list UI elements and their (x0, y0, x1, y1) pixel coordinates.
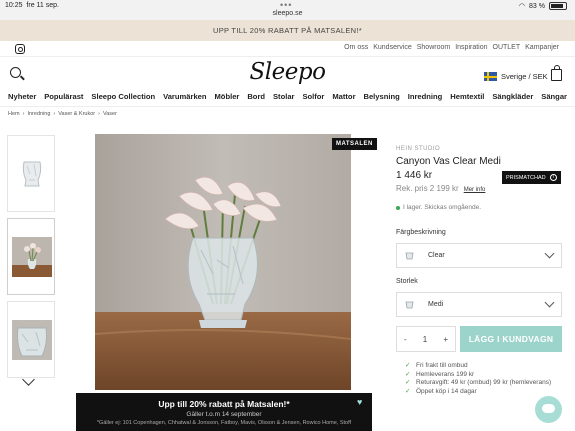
heart-icon[interactable]: ♥ (357, 398, 367, 407)
url-bar[interactable]: sleepo.se (0, 10, 575, 17)
vase-flowers-thumbnail-image (12, 237, 52, 277)
product-brand[interactable]: HEIN STUDIO (396, 146, 566, 152)
promo-banner-title: Upp till 20% rabatt på Matsalen!* (158, 399, 290, 409)
site-header: Sleepo Sverige / SEK (0, 57, 575, 92)
quantity-decrease-button[interactable]: - (404, 335, 407, 344)
thumbnail-1[interactable] (7, 135, 55, 212)
vase-closeup-thumbnail-image (12, 320, 52, 360)
breadcrumb-inredning[interactable]: Inredning (27, 111, 50, 117)
chevron-down-icon (544, 248, 555, 259)
promo-banner-subtitle: Gäller t.o.m 14 september (186, 411, 262, 418)
color-label: Färgbeskrivning (396, 229, 446, 236)
breadcrumb-vaser-krukor[interactable]: Vaser & Krukor (58, 111, 95, 117)
nav-item-inredning[interactable]: Inredning (408, 92, 443, 106)
add-to-cart-button[interactable]: LÄGG I KUNDVAGN (460, 326, 562, 352)
nav-item-belysning[interactable]: Belysning (363, 92, 399, 106)
color-select[interactable]: Clear (396, 243, 562, 268)
top-link-inspiration[interactable]: Inspiration (455, 44, 487, 51)
vase-thumbnail-image (22, 161, 42, 187)
recommended-price-text: Rek. pris 2 199 kr (396, 184, 459, 193)
chevron-down-icon (544, 297, 555, 308)
instagram-icon[interactable] (15, 44, 25, 54)
shopping-bag-icon[interactable] (551, 65, 562, 81)
clock: 10:25 fre 11 sep. (5, 2, 59, 9)
battery-percent: 83 % (529, 2, 545, 10)
region-label: Sverige / SEK (501, 72, 548, 81)
nav-item-bord[interactable]: Bord (247, 92, 265, 106)
breadcrumb-separator-icon: › (53, 111, 56, 117)
breadcrumb-vaser[interactable]: Vaser (103, 111, 117, 117)
tab-dots-icon[interactable]: ••• (280, 0, 292, 10)
battery-icon (549, 2, 567, 10)
more-info-link[interactable]: Mer info (464, 187, 486, 193)
chat-icon[interactable] (535, 396, 562, 423)
nav-item-sangar[interactable]: Sängar (541, 92, 567, 106)
prismatch-label: PRISMATCHAD (506, 174, 546, 181)
stock-text: I lager. Skickas omgående. (403, 204, 482, 211)
check-icon: ✓ (405, 387, 411, 395)
status-right: ◠ 83 % (519, 2, 567, 10)
nav-item-varumarken[interactable]: Varumärken (163, 92, 206, 106)
nav-item-mobler[interactable]: Möbler (214, 92, 239, 106)
sweden-flag-icon (484, 72, 497, 81)
nav-item-popularast[interactable]: Populärast (44, 92, 83, 106)
product-info: HEIN STUDIO Canyon Vas Clear Medi 1 446 … (396, 146, 566, 211)
size-select-value: Medi (428, 301, 444, 308)
top-link-showroom[interactable]: Showroom (417, 44, 450, 51)
vase-swatch-icon (405, 301, 414, 309)
size-label: Storlek (396, 278, 418, 285)
nav-item-sleepo-collection[interactable]: Sleepo Collection (91, 92, 155, 106)
top-link-kampanjer[interactable]: Kampanjer (525, 44, 559, 51)
thumbnail-3[interactable] (7, 301, 55, 378)
top-links: Om oss Kundservice Showroom Inspiration … (344, 44, 559, 51)
info-icon: i (549, 174, 557, 181)
color-select-value: Clear (428, 252, 445, 259)
usp-item: ✓ Hemleverans 199 kr (405, 370, 475, 378)
breadcrumb-separator-icon: › (22, 111, 25, 117)
promo-bar[interactable]: UPP TILL 20% RABATT PÅ MATSALEN!* (0, 20, 575, 41)
stock-status: I lager. Skickas omgående. (396, 204, 566, 211)
thumbnail-2[interactable] (7, 218, 55, 295)
nav-item-mattor[interactable]: Mattor (332, 92, 355, 106)
in-stock-dot-icon (396, 205, 400, 210)
vase-swatch-icon (405, 252, 414, 260)
check-icon: ✓ (405, 379, 411, 387)
quantity-increase-button[interactable]: + (443, 335, 448, 344)
nav-item-stolar[interactable]: Stolar (273, 92, 295, 106)
top-link-om-oss[interactable]: Om oss (344, 44, 368, 51)
region-selector[interactable]: Sverige / SEK (484, 72, 548, 81)
product-main-image[interactable] (95, 134, 351, 390)
promo-banner-fineprint: *Gäller ej: 101 Copenhagen, Chhatwal & J… (96, 420, 352, 426)
nav-item-sangklader[interactable]: Sängkläder (492, 92, 533, 106)
usp-list: ✓ Fri frakt till ombud ✓ Hemleverans 199 k… (405, 362, 565, 396)
nav-item-hemtextil[interactable]: Hemtextil (450, 92, 484, 106)
quantity-stepper: - 1 + (396, 326, 456, 352)
check-icon: ✓ (405, 370, 411, 378)
main-nav: Nyheter Populärast Sleepo Collection Var… (0, 92, 575, 107)
top-link-outlet[interactable]: OUTLET (493, 44, 521, 51)
thumbnail-list (7, 135, 57, 384)
top-link-kundservice[interactable]: Kundservice (373, 44, 412, 51)
product-title: Canyon Vas Clear Medi (396, 156, 501, 167)
promo-banner[interactable]: Upp till 20% rabatt på Matsalen!* Gäller… (76, 393, 372, 431)
top-links-bar: Om oss Kundservice Showroom Inspiration … (0, 41, 575, 57)
usp-item: ✓ Fri frakt till ombud (405, 362, 468, 369)
status-bar: 10:25 fre 11 sep. ••• sleepo.se ◠ 83 % (0, 0, 575, 20)
recommended-price: Rek. pris 2 199 kr Mer info (396, 184, 566, 193)
wifi-icon: ◠ (518, 3, 526, 10)
nav-item-nyheter[interactable]: Nyheter (8, 92, 36, 106)
quantity-value[interactable]: 1 (423, 335, 427, 344)
nav-item-solfor[interactable]: Solfor (302, 92, 324, 106)
usp-item: ✓ Öppet köp i 14 dagar (405, 387, 477, 395)
check-icon: ✓ (405, 362, 411, 369)
breadcrumb-hem[interactable]: Hem (8, 111, 20, 117)
usp-item: ✓ Returavgift: 49 kr (ombud) 99 kr (hemle… (405, 379, 552, 387)
size-select[interactable]: Medi (396, 292, 562, 317)
breadcrumb: Hem › Inredning › Vaser & Krukor › Vaser (8, 111, 117, 117)
breadcrumb-separator-icon: › (98, 111, 100, 117)
category-badge: MATSALEN (332, 138, 377, 150)
prismatch-badge[interactable]: PRISMATCHAD i (502, 171, 561, 184)
